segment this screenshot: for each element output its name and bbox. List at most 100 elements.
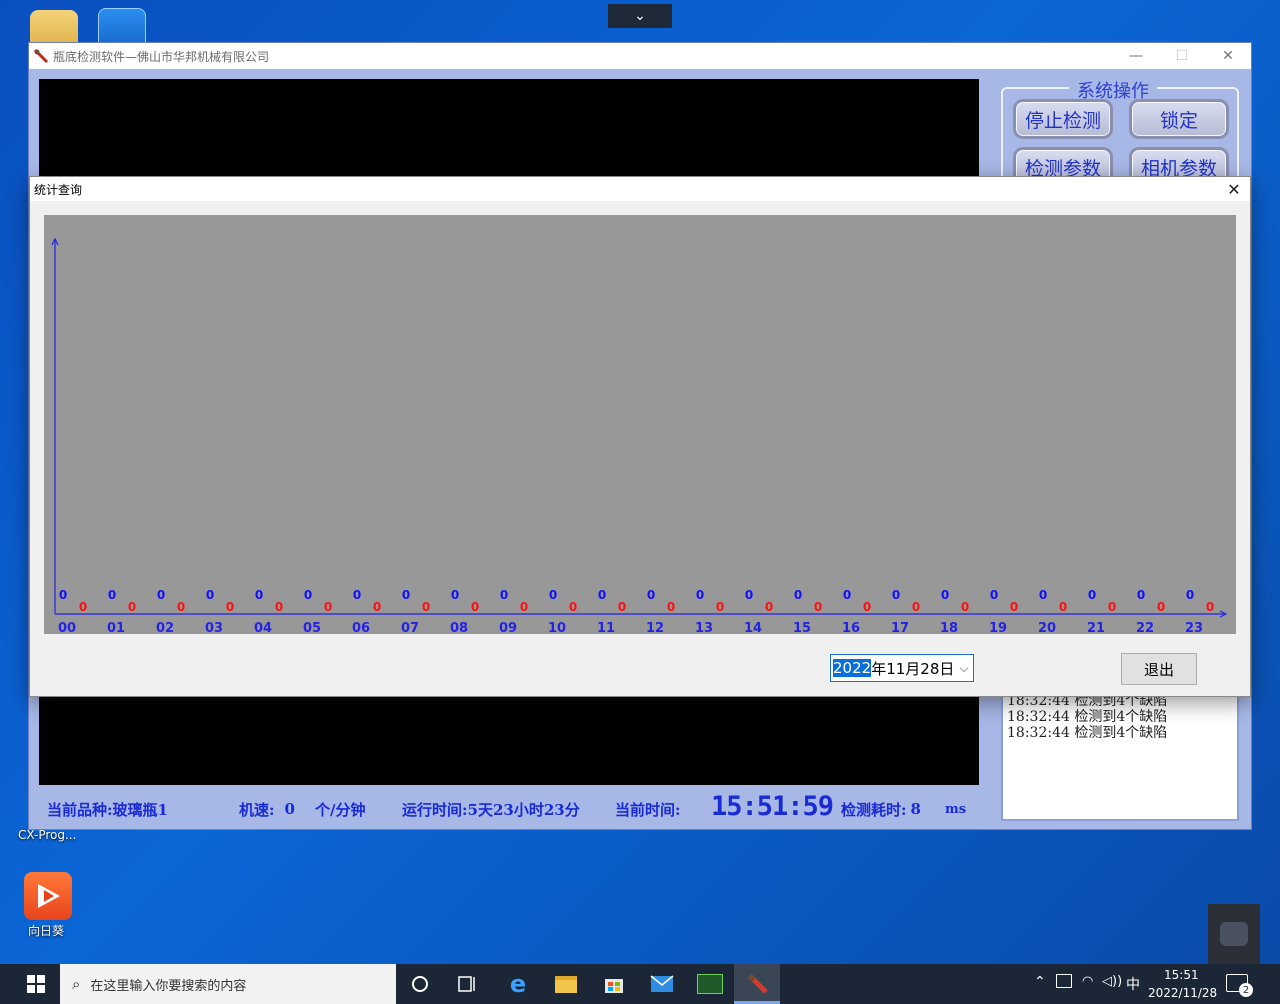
lock-button[interactable]: 锁定 [1129,99,1229,139]
x-tick-label: 00 [58,621,76,634]
minimize-icon[interactable]: — [1113,43,1159,69]
remote-badge-icon[interactable] [1208,904,1260,964]
dialog-close-icon[interactable]: ✕ [1218,177,1250,201]
product-value: 玻璃瓶1 [112,800,168,819]
runtime-value: 5天23小时23分 [467,800,580,819]
x-tick-label: 05 [303,621,321,634]
x-tick-label: 23 [1185,621,1203,634]
bar-value-label: 0 [79,600,87,614]
cortana-icon[interactable] [406,970,434,998]
date-picker[interactable]: 2022 年11月28日 ⌵ [830,654,974,682]
bottle-app-icon[interactable] [744,970,772,998]
x-tick-label: 12 [646,621,664,634]
taskbar-search[interactable]: ⌕ 在这里输入你要搜索的内容 [60,964,396,1004]
bar-value-label: 0 [618,600,626,614]
bar-value-label: 0 [108,588,116,602]
cx-programmer-label[interactable]: CX-Prog... [18,828,76,842]
exit-button[interactable]: 退出 [1121,653,1197,685]
windows-start-icon[interactable] [22,970,50,998]
bar-value-label: 0 [990,588,998,602]
bar-value-label: 0 [471,600,479,614]
log-list: 18:32:44 检测到4个缺陷 18:32:44 检测到4个缺陷 18:32:… [1001,689,1239,821]
bar-value-label: 0 [1108,600,1116,614]
chart-area: 00 0 0 01 0 0 02 0 0 03 0 0 04 0 0 05 0 0 06 0 0 07 0 0 08 0 0 09 0 0… [44,215,1236,636]
status-product: 当前品种: 玻璃瓶1 [47,797,168,821]
status-time: 当前时间: [615,797,681,821]
product-label: 当前品种: [47,800,113,819]
bar-value-label: 0 [647,588,655,602]
date-rest[interactable]: 年11月28日 [871,658,954,679]
stop-detect-button[interactable]: 停止检测 [1013,99,1113,139]
sunflower-icon[interactable] [24,872,72,920]
bar-value-label: 0 [422,600,430,614]
x-tick-label: 09 [499,621,517,634]
bar-value-label: 0 [716,600,724,614]
x-tick-label: 19 [989,621,1007,634]
time-label: 当前时间: [615,800,681,819]
notification-count: 2 [1239,983,1253,997]
battery-icon[interactable] [1056,974,1072,988]
x-tick-label: 01 [107,621,125,634]
x-tick-label: 06 [352,621,370,634]
bar-value-label: 0 [1088,588,1096,602]
bar-value-label: 0 [255,588,263,602]
bar-value-label: 0 [843,588,851,602]
main-titlebar: 瓶底检测软件—佛山市华邦机械有限公司 — ☐ ✕ [29,43,1251,69]
speed-label: 机速: [239,800,275,819]
wifi-icon[interactable]: ◠ [1082,974,1093,989]
bar-value-label: 0 [128,600,136,614]
dialog-titlebar: 统计查询 [30,177,1250,201]
hourly-chart: 0000010002000300040005000600070008000900… [51,237,1228,636]
notification-icon[interactable]: 2 [1226,974,1253,997]
bar-value-label: 0 [451,588,459,602]
bar-value-label: 0 [863,600,871,614]
volume-icon[interactable]: ◁)) [1102,974,1122,989]
sunflower-label[interactable]: 向日葵 [28,922,64,939]
bar-value-label: 0 [765,600,773,614]
x-tick-label: 13 [695,621,713,634]
search-icon: ⌕ [72,975,81,993]
bar-value-label: 0 [1206,600,1214,614]
x-tick-label: 18 [940,621,958,634]
file-explorer-icon[interactable] [552,970,580,998]
x-tick-label: 02 [156,621,174,634]
x-tick-label: 17 [891,621,909,634]
taskbar-time[interactable]: 15:51 [1164,968,1199,982]
log-line: 18:32:44 检测到4个缺陷 [1007,709,1168,725]
bar-value-label: 0 [500,588,508,602]
taskbar-date[interactable]: 2022/11/28 [1148,986,1217,1000]
tray-chevron-up-icon[interactable]: ⌃ [1034,974,1046,990]
chevron-down-icon[interactable]: ⌄ [608,4,672,28]
bar-value-label: 0 [912,600,920,614]
runtime-label: 运行时间: [402,800,468,819]
bar-value-label: 0 [373,600,381,614]
x-tick-label: 08 [450,621,468,634]
x-tick-label: 11 [597,621,615,634]
elapsed-label: 检测耗时: [841,800,907,819]
bar-value-label: 0 [794,588,802,602]
bar-value-label: 0 [304,588,312,602]
x-tick-label: 07 [401,621,419,634]
date-year[interactable]: 2022 [833,659,872,677]
log-line: 18:32:44 检测到4个缺陷 [1007,725,1168,741]
bar-value-label: 0 [941,588,949,602]
app-green-icon[interactable] [696,970,724,998]
maximize-icon[interactable]: ☐ [1159,43,1205,69]
search-placeholder[interactable]: 在这里输入你要搜索的内容 [90,975,246,994]
store-icon[interactable] [600,970,628,998]
bar-value-label: 0 [1039,588,1047,602]
bar-value-label: 0 [667,600,675,614]
ime-indicator[interactable]: 中 [1126,974,1140,994]
bar-value-label: 0 [569,600,577,614]
status-speed: 机速: 0 个/分钟 [239,797,365,821]
bar-value-label: 0 [157,588,165,602]
close-icon[interactable]: ✕ [1205,43,1251,69]
x-tick-label: 10 [548,621,566,634]
edge-icon[interactable]: e [504,970,532,998]
elapsed-value: 8 [910,800,921,818]
task-view-icon[interactable] [454,970,482,998]
bar-value-label: 0 [402,588,410,602]
chevron-down-icon[interactable]: ⌵ [955,661,973,676]
status-elapsed: 检测耗时: 8 ms [841,797,966,821]
mail-icon[interactable] [648,970,676,998]
